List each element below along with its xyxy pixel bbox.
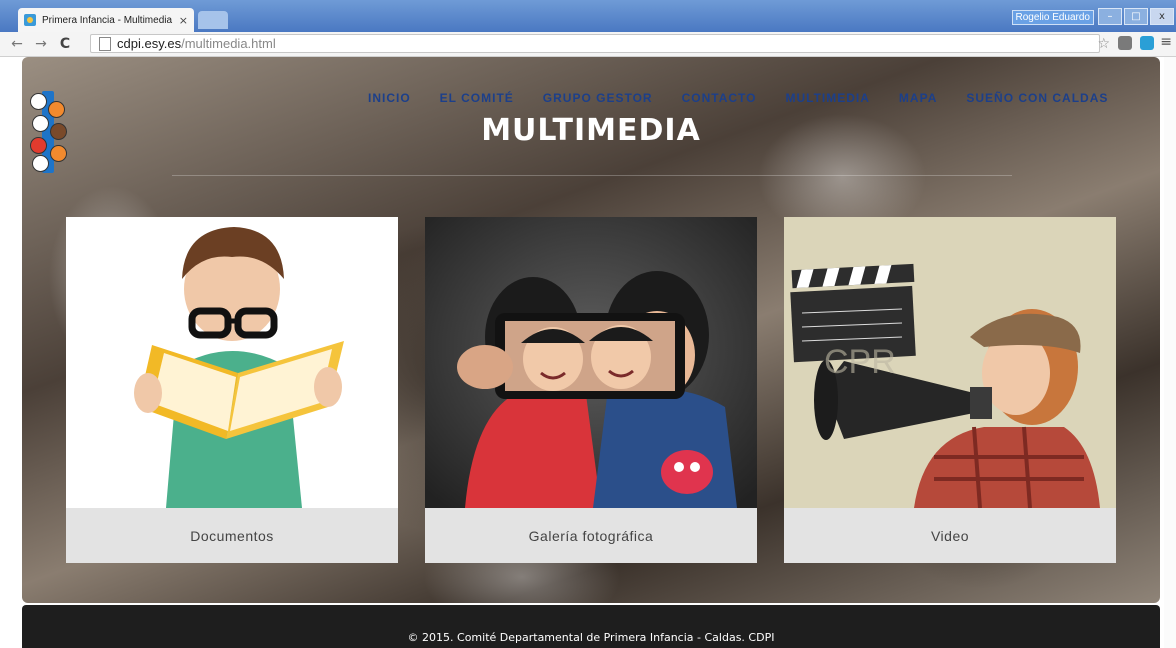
maximize-button[interactable]: □ bbox=[1124, 8, 1148, 25]
logo-face bbox=[30, 93, 47, 110]
card-caption[interactable]: Documentos bbox=[66, 508, 398, 563]
tab-title: Primera Infancia - Multimedia bbox=[42, 14, 173, 26]
browser-toolbar: ← → C cdpi.esy.es/multimedia.html ☆ ≡ bbox=[0, 32, 1176, 57]
logo-face bbox=[32, 155, 49, 172]
tab-close-icon[interactable]: × bbox=[179, 14, 188, 27]
nav-multimedia[interactable]: MULTIMEDIA bbox=[785, 91, 869, 105]
page-icon bbox=[99, 36, 111, 51]
card-caption[interactable]: Galería fotográfica bbox=[425, 508, 757, 563]
card-image-documentos[interactable] bbox=[66, 217, 398, 508]
card-image-galeria[interactable] bbox=[425, 217, 757, 508]
card-video[interactable]: CPR Video bbox=[784, 217, 1116, 563]
browser-titlebar: Primera Infancia - Multimedia × Rogelio … bbox=[0, 0, 1176, 32]
nav-contacto[interactable]: CONTACTO bbox=[682, 91, 757, 105]
nav-grupo-gestor[interactable]: GRUPO GESTOR bbox=[543, 91, 653, 105]
browser-tab[interactable]: Primera Infancia - Multimedia × bbox=[18, 8, 194, 32]
card-documentos[interactable]: Documentos bbox=[66, 217, 398, 563]
favicon-icon bbox=[24, 14, 36, 26]
nav-inicio[interactable]: INICIO bbox=[368, 91, 411, 105]
scrollbar[interactable] bbox=[1164, 57, 1176, 648]
url-host: cdpi.esy.es bbox=[117, 36, 182, 51]
bookmark-star-icon[interactable]: ☆ bbox=[1097, 36, 1110, 52]
reload-icon[interactable]: C bbox=[58, 36, 72, 52]
nav-sueno-con-caldas[interactable]: SUEÑO CON CALDAS bbox=[966, 91, 1108, 105]
card-image-video[interactable]: CPR bbox=[784, 217, 1116, 508]
nav-mapa[interactable]: MAPA bbox=[899, 91, 937, 105]
profile-name[interactable]: Rogelio Eduardo bbox=[1011, 10, 1094, 25]
extension-icon[interactable] bbox=[1118, 36, 1132, 50]
svg-text:CPR: CPR bbox=[824, 343, 896, 381]
divider bbox=[172, 175, 1012, 176]
page-viewport: INICIO EL COMITÉ GRUPO GESTOR CONTACTO M… bbox=[0, 57, 1176, 648]
address-bar[interactable]: cdpi.esy.es/multimedia.html bbox=[90, 34, 1100, 53]
card-galeria[interactable]: Galería fotográfica bbox=[425, 217, 757, 563]
nav-el-comite[interactable]: EL COMITÉ bbox=[440, 91, 514, 105]
window-controls: – □ x bbox=[1098, 8, 1174, 25]
footer-copyright: © 2015. Comité Departamental de Primera … bbox=[407, 631, 775, 644]
menu-icon[interactable]: ≡ bbox=[1160, 34, 1172, 50]
close-window-button[interactable]: x bbox=[1150, 8, 1174, 25]
card-caption[interactable]: Video bbox=[784, 508, 1116, 563]
extension-icon[interactable] bbox=[1140, 36, 1154, 50]
hero-section: INICIO EL COMITÉ GRUPO GESTOR CONTACTO M… bbox=[22, 57, 1160, 603]
site-footer: © 2015. Comité Departamental de Primera … bbox=[22, 605, 1160, 648]
main-nav: INICIO EL COMITÉ GRUPO GESTOR CONTACTO M… bbox=[368, 91, 1108, 105]
url-path: /multimedia.html bbox=[181, 36, 276, 51]
minimize-button[interactable]: – bbox=[1098, 8, 1122, 25]
new-tab-button[interactable] bbox=[198, 11, 228, 29]
back-icon[interactable]: ← bbox=[10, 36, 24, 52]
forward-icon[interactable]: → bbox=[34, 36, 48, 52]
page-title: MULTIMEDIA bbox=[481, 113, 701, 148]
